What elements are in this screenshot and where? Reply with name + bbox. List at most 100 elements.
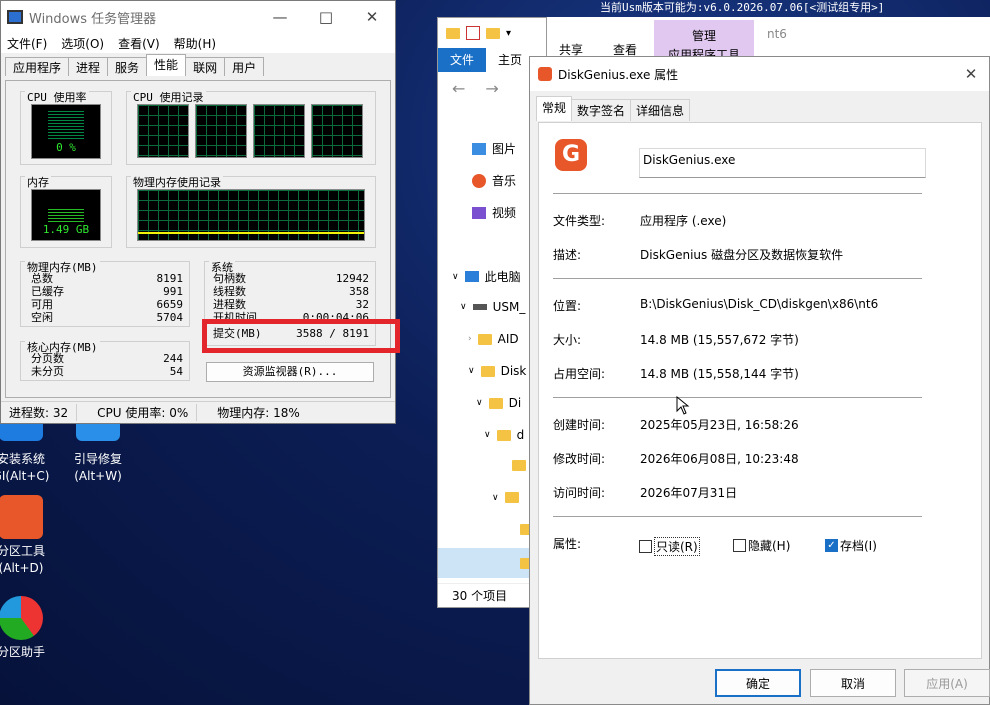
props-titlebar: DiskGenius.exe 属性 ✕ — [530, 57, 989, 91]
tree-item-label: Di — [508, 396, 522, 410]
separator — [553, 516, 922, 517]
accessed-label: 访问时间: — [553, 486, 606, 500]
chevron-down-icon: ∨ — [468, 366, 475, 376]
new-folder-icon[interactable] — [486, 27, 500, 39]
location-label: 位置: — [553, 299, 582, 313]
stat-row: 可用 6659 — [31, 298, 183, 311]
maximize-icon[interactable]: □ — [303, 1, 349, 33]
desktop-icon-label: (Alt+D) — [0, 561, 44, 575]
tree-item-di[interactable]: ∨ Di — [476, 396, 521, 410]
cpu-history-caption: CPU 使用记录 — [131, 89, 206, 105]
memory-meter-bars — [48, 208, 84, 222]
resource-monitor-button[interactable]: 资源监视器(R)... — [206, 362, 374, 382]
ribbon-manage-group[interactable]: 管理 应用程序工具 — [654, 20, 754, 62]
nav-item-videos[interactable]: 视频 — [472, 204, 516, 221]
desktop-icon-partition-assistant[interactable]: 分区助手 — [0, 596, 56, 661]
archive-label: 存档(I) — [840, 539, 877, 553]
tab-services[interactable]: 服务 — [107, 57, 148, 76]
tab-applications[interactable]: 应用程序 — [5, 57, 70, 76]
hidden-checkbox[interactable]: 隐藏(H) — [733, 537, 790, 554]
menu-help[interactable]: 帮助(H) — [174, 35, 216, 52]
desktop-icon-label: 安装系统 — [0, 452, 45, 466]
stat-value: 5704 — [156, 311, 184, 324]
tree-item-usm[interactable]: ∨ USM_ — [460, 300, 525, 314]
close-icon[interactable]: ✕ — [953, 58, 989, 90]
menu-options[interactable]: 选项(O) — [61, 35, 104, 52]
filename-field[interactable]: DiskGenius.exe — [639, 148, 926, 178]
stat-row: 总数 8191 — [31, 272, 183, 285]
mouse-cursor-icon — [676, 396, 690, 415]
tree-item-folder[interactable] — [512, 460, 526, 471]
tree-item-this-pc[interactable]: ∨ 此电脑 — [452, 268, 521, 285]
cpu-history-group: CPU 使用记录 — [126, 89, 376, 165]
general-panel: G DiskGenius.exe 文件类型: 应用程序 (.exe) 描述: D… — [538, 122, 982, 659]
chevron-down-icon[interactable]: ▾ — [506, 28, 511, 39]
ribbon-tab-file[interactable]: 文件 — [438, 48, 487, 72]
desktop-icon-partition-tool[interactable]: 分区工具 (Alt+D) — [0, 495, 56, 577]
system-stats: 句柄数 12942 线程数 358 进程数 32 开机时间 0:00:04:06 — [213, 272, 369, 324]
status-process-count: 进程数: 32 — [1, 404, 78, 421]
separator — [553, 278, 922, 279]
attributes-label: 属性: — [553, 537, 582, 551]
stat-row: 已缓存 991 — [31, 285, 183, 298]
checkbox-box — [639, 540, 652, 553]
desktop-icon-label: GI(Alt+C) — [0, 469, 50, 483]
menu-view[interactable]: 查看(V) — [118, 35, 160, 52]
pictures-icon — [472, 142, 486, 155]
apply-button[interactable]: 应用(A) — [904, 669, 990, 697]
tab-users[interactable]: 用户 — [224, 57, 265, 76]
chevron-down-icon: ∨ — [476, 398, 483, 408]
properties-dialog: DiskGenius.exe 属性 ✕ 常规 数字签名 详细信息 G DiskG… — [529, 56, 990, 705]
stat-value: 8191 — [156, 272, 184, 285]
folder-icon — [504, 492, 519, 503]
stat-label: 进程数 — [213, 298, 246, 311]
props-tabs: 常规 数字签名 详细信息 — [536, 96, 691, 121]
ok-button[interactable]: 确定 — [715, 669, 801, 697]
menu-file[interactable]: 文件(F) — [7, 35, 47, 52]
tree-item-label: d — [516, 428, 525, 442]
minimize-icon[interactable]: — — [257, 1, 303, 33]
folder-icon — [512, 460, 526, 471]
nav-item-pictures[interactable]: 图片 — [472, 140, 516, 157]
tree-item-folder[interactable]: ∨ — [492, 492, 519, 503]
folder-icon — [480, 365, 495, 377]
size-on-disk-value: 14.8 MB (15,558,144 字节) — [640, 367, 799, 381]
tab-performance[interactable]: 性能 — [146, 54, 187, 76]
memory-history-line — [138, 232, 364, 234]
memory-history-group: 物理内存使用记录 — [126, 174, 376, 248]
tab-processes[interactable]: 进程 — [68, 57, 109, 76]
stat-value: 991 — [163, 285, 183, 298]
separator — [553, 397, 922, 398]
drive-icon — [472, 304, 487, 310]
performance-panel: CPU 使用率 0 % CPU 使用记录 内存 1.49 GB 物理内存使用记录 — [5, 80, 400, 398]
stat-label: 句柄数 — [213, 272, 246, 285]
tab-digital-signature[interactable]: 数字签名 — [571, 99, 632, 121]
tree-item-aid[interactable]: › AID — [468, 332, 519, 346]
modified-value: 2026年06月08日, 10:23:48 — [640, 452, 799, 466]
memory-value: 1.49 GB — [42, 223, 90, 236]
tab-networking[interactable]: 联网 — [185, 57, 226, 76]
hidden-label: 隐藏(H) — [748, 539, 791, 553]
cpu-history-graph-core3 — [253, 104, 305, 158]
nav-item-label: 视频 — [492, 206, 517, 220]
nav-item-music[interactable]: 音乐 — [472, 172, 516, 189]
back-arrow-icon[interactable]: ← — [452, 79, 465, 98]
tab-details[interactable]: 详细信息 — [630, 99, 691, 121]
tree-item-label: Disk — [500, 364, 527, 378]
forward-arrow-icon[interactable]: → — [485, 79, 498, 98]
explorer-path-tail: nt6 — [767, 27, 787, 41]
readonly-checkbox[interactable]: 只读(R) — [639, 537, 700, 556]
folder-icon — [488, 397, 503, 409]
stat-label: 可用 — [31, 298, 53, 311]
archive-checkbox[interactable]: ✓ 存档(I) — [825, 537, 877, 554]
ribbon-tab-home[interactable]: 主页 — [486, 48, 534, 72]
cancel-button[interactable]: 取消 — [810, 669, 896, 697]
close-icon[interactable]: ✕ — [349, 1, 395, 33]
tree-item-d[interactable]: ∨ d — [484, 428, 524, 442]
tab-general[interactable]: 常规 — [536, 96, 573, 121]
cpu-history-graph-core2 — [195, 104, 247, 158]
cpu-usage-value: 0 % — [56, 141, 76, 154]
tree-item-disk[interactable]: ∨ Disk — [468, 364, 526, 378]
cpu-usage-meter: 0 % — [31, 104, 101, 159]
properties-icon[interactable] — [466, 26, 480, 40]
